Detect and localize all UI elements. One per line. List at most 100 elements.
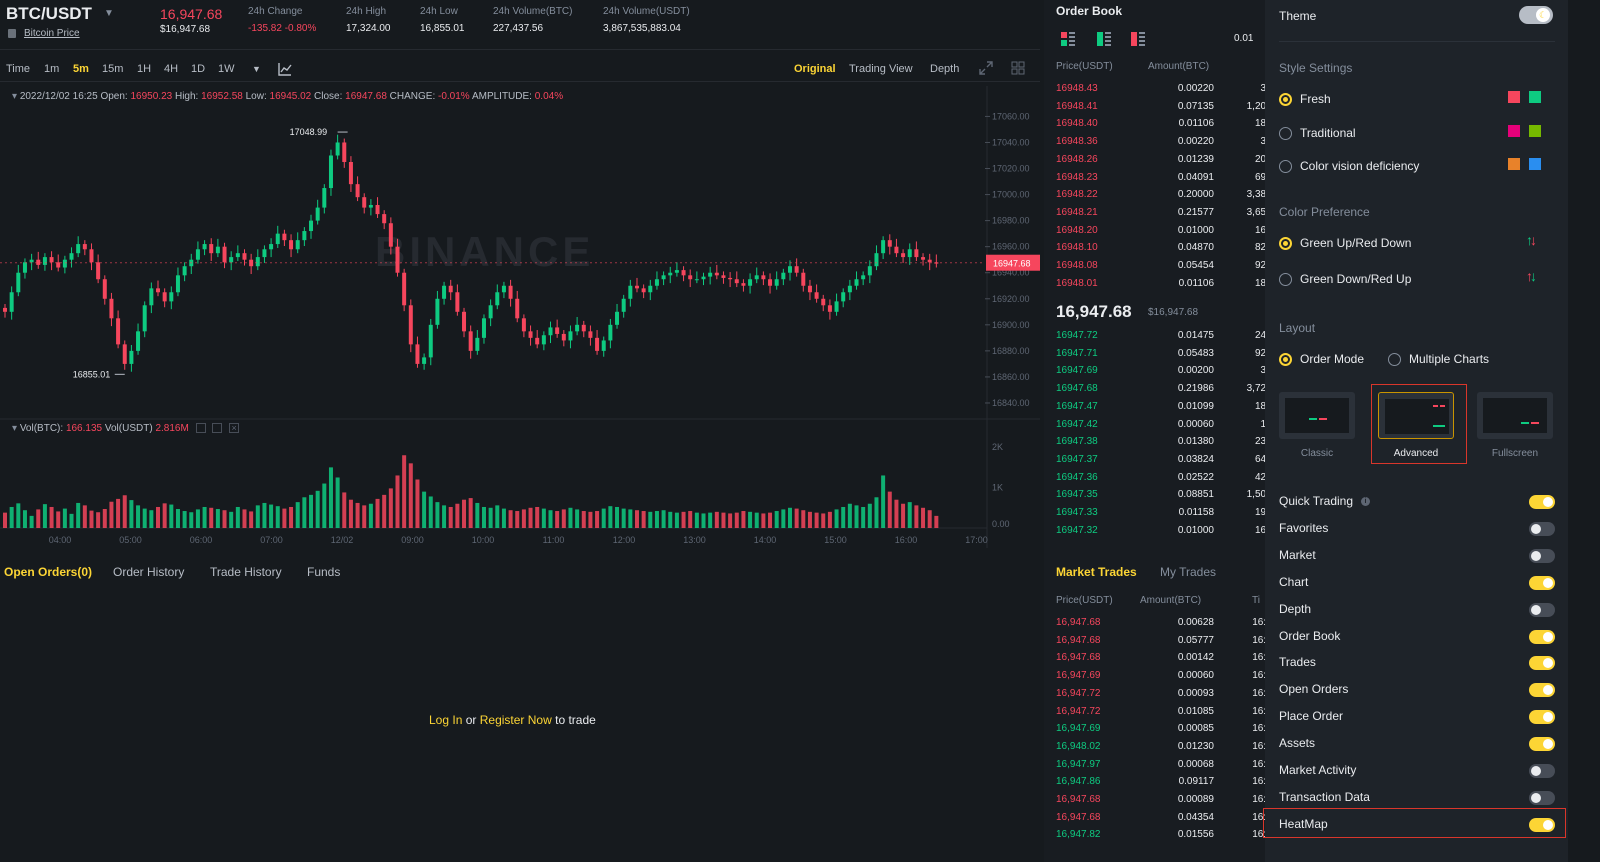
trade-row[interactable]: 16,947.82 0.01556 16:27: <box>1044 827 1268 844</box>
toggle-transaction-data[interactable] <box>1529 790 1555 805</box>
bid-row[interactable]: 16947.38 0.01380 233.8 <box>1044 434 1268 451</box>
bid-row[interactable]: 16947.72 0.01475 249.9 <box>1044 328 1268 345</box>
ask-row[interactable]: 16948.23 0.04091 693.3 <box>1044 170 1268 187</box>
book-both-icon[interactable] <box>1061 32 1075 46</box>
interval-1d[interactable]: 1D <box>191 63 205 75</box>
eye-icon[interactable] <box>195 423 206 434</box>
trade-row[interactable]: 16,947.72 0.00093 16:27: <box>1044 686 1268 703</box>
grid-layout-icon[interactable] <box>1011 61 1025 75</box>
bid-row[interactable]: 16947.47 0.01099 186.2 <box>1044 399 1268 416</box>
register-link[interactable]: Register Now <box>480 713 552 727</box>
toggle-depth[interactable] <box>1529 602 1555 617</box>
trade-row[interactable]: 16,947.69 0.00085 16:27: <box>1044 721 1268 738</box>
price-cell: 16948.21 <box>1056 206 1098 218</box>
toggle-favorites[interactable] <box>1529 521 1555 536</box>
ask-row[interactable]: 16948.01 0.01106 187.4 <box>1044 276 1268 293</box>
trade-row[interactable]: 16,947.68 0.00628 16:27: <box>1044 615 1268 632</box>
trade-row[interactable]: 16,947.68 0.04354 16:27: <box>1044 810 1268 827</box>
layout-classic-thumb[interactable] <box>1279 392 1355 439</box>
bid-row[interactable]: 16947.71 0.05483 929.2 <box>1044 346 1268 363</box>
trade-row[interactable]: 16,947.97 0.00068 16:27: <box>1044 757 1268 774</box>
toggle-chart[interactable] <box>1529 575 1555 590</box>
login-link[interactable]: Log In <box>429 713 462 727</box>
ask-row[interactable]: 16948.10 0.04870 825.3 <box>1044 240 1268 257</box>
bid-row[interactable]: 16947.32 0.01000 169.4 <box>1044 523 1268 540</box>
more-intervals-icon[interactable]: ▼ <box>252 64 261 74</box>
indicator-icon[interactable] <box>278 62 292 76</box>
tab-order-history[interactable]: Order History <box>113 565 184 579</box>
interval-1w[interactable]: 1W <box>218 63 235 75</box>
ask-row[interactable]: 16948.20 0.01000 169.4 <box>1044 223 1268 240</box>
trade-row[interactable]: 16,948.02 0.01230 16:27: <box>1044 739 1268 756</box>
tab-trade-history[interactable]: Trade History <box>210 565 282 579</box>
expand-icon[interactable] <box>979 61 993 75</box>
info-icon[interactable]: i <box>1361 497 1370 506</box>
toggle-market-activity[interactable] <box>1529 764 1555 778</box>
bid-row[interactable]: 16947.33 0.01158 196.2 <box>1044 505 1268 522</box>
ask-row[interactable]: 16948.21 0.21577 3,656.9 <box>1044 205 1268 222</box>
tick-size-select[interactable]: 0.01 <box>1234 33 1253 44</box>
radio-color-vision[interactable] <box>1279 160 1292 173</box>
interval-15m[interactable]: 15m <box>102 63 123 75</box>
toggle-quick-trading[interactable] <box>1529 495 1555 509</box>
candlestick-chart[interactable]: BINANCE 17060.00 17040.00 17020.00 17000.00 1… <box>0 86 1040 548</box>
collapse-icon[interactable]: ▾ <box>12 91 17 102</box>
stat-value: 3,867,535,883.04 <box>603 23 681 34</box>
pair-title[interactable]: BTC/USDT <box>6 4 92 24</box>
trade-row[interactable]: 16,947.68 0.00142 16:27: <box>1044 650 1268 667</box>
trade-row[interactable]: 16,947.69 0.00060 16:27: <box>1044 668 1268 685</box>
ask-row[interactable]: 16948.40 0.01106 187.4 <box>1044 116 1268 133</box>
radio-fresh[interactable] <box>1279 93 1292 106</box>
bitcoin-price-link[interactable]: Bitcoin Price <box>24 28 80 39</box>
trade-row[interactable]: 16,947.68 0.05777 16:27: <box>1044 633 1268 650</box>
interval-5m[interactable]: 5m <box>73 63 89 75</box>
toggle-place-order[interactable] <box>1529 710 1555 725</box>
tab-market-trades[interactable]: Market Trades <box>1056 565 1137 579</box>
settings-icon[interactable] <box>212 423 223 434</box>
toggle-trades[interactable] <box>1529 656 1555 671</box>
book-asks-icon[interactable] <box>1131 32 1145 46</box>
bid-row[interactable]: 16947.37 0.03824 648.0 <box>1044 452 1268 469</box>
pair-dropdown-icon[interactable]: ▼ <box>104 8 114 19</box>
view-original[interactable]: Original <box>794 63 836 75</box>
radio-green-up[interactable] <box>1279 237 1292 250</box>
price-cell: 16,947.72 <box>1056 705 1101 717</box>
interval-1m[interactable]: 1m <box>44 63 59 75</box>
toggle-order-book[interactable] <box>1529 629 1555 644</box>
trade-row[interactable]: 16,947.68 0.00089 16:27: <box>1044 792 1268 809</box>
layout-fullscreen-thumb[interactable] <box>1477 392 1553 439</box>
interval-1h[interactable]: 1H <box>137 63 151 75</box>
view-trading-view[interactable]: Trading View <box>849 63 913 75</box>
bid-row[interactable]: 16947.35 0.08851 1,500.0 <box>1044 487 1268 504</box>
collapse-icon[interactable]: ▾ <box>12 423 17 434</box>
theme-toggle[interactable]: ☾ <box>1519 6 1553 24</box>
ask-row[interactable]: 16948.43 0.00220 37.2 <box>1044 81 1268 98</box>
tab-open-orders[interactable]: Open Orders(0) <box>4 565 92 579</box>
radio-multiple-charts[interactable] <box>1388 353 1401 366</box>
radio-traditional[interactable] <box>1279 127 1292 140</box>
bid-row[interactable]: 16947.68 0.21986 3,726.1 <box>1044 381 1268 398</box>
toggle-assets[interactable] <box>1529 737 1555 752</box>
tab-funds[interactable]: Funds <box>307 565 340 579</box>
interval-time[interactable]: Time <box>6 63 30 75</box>
ask-row[interactable]: 16948.08 0.05454 924.3 <box>1044 258 1268 275</box>
trade-row[interactable]: 16,947.72 0.01085 16:27: <box>1044 704 1268 721</box>
bid-row[interactable]: 16947.36 0.02522 427.4 <box>1044 470 1268 487</box>
bid-row[interactable]: 16947.69 0.00200 33.8 <box>1044 363 1268 380</box>
ask-row[interactable]: 16948.36 0.00220 37.2 <box>1044 134 1268 151</box>
ask-row[interactable]: 16948.22 0.20000 3,389.6 <box>1044 187 1268 204</box>
toggle-open-orders[interactable] <box>1529 683 1555 698</box>
bid-row[interactable]: 16947.42 0.00060 10.1 <box>1044 417 1268 434</box>
ask-row[interactable]: 16948.26 0.01239 209.9 <box>1044 152 1268 169</box>
view-depth[interactable]: Depth <box>930 63 959 75</box>
close-icon[interactable]: × <box>229 423 240 434</box>
tab-my-trades[interactable]: My Trades <box>1160 565 1216 579</box>
volume-bar <box>475 502 480 528</box>
interval-4h[interactable]: 4H <box>164 63 178 75</box>
radio-order-mode[interactable] <box>1279 353 1292 366</box>
ask-row[interactable]: 16948.41 0.07135 1,209.2 <box>1044 99 1268 116</box>
toggle-market[interactable] <box>1529 548 1555 563</box>
trade-row[interactable]: 16,947.86 0.09117 16:27: <box>1044 774 1268 791</box>
radio-green-down[interactable] <box>1279 273 1292 286</box>
book-bids-icon[interactable] <box>1097 32 1111 46</box>
